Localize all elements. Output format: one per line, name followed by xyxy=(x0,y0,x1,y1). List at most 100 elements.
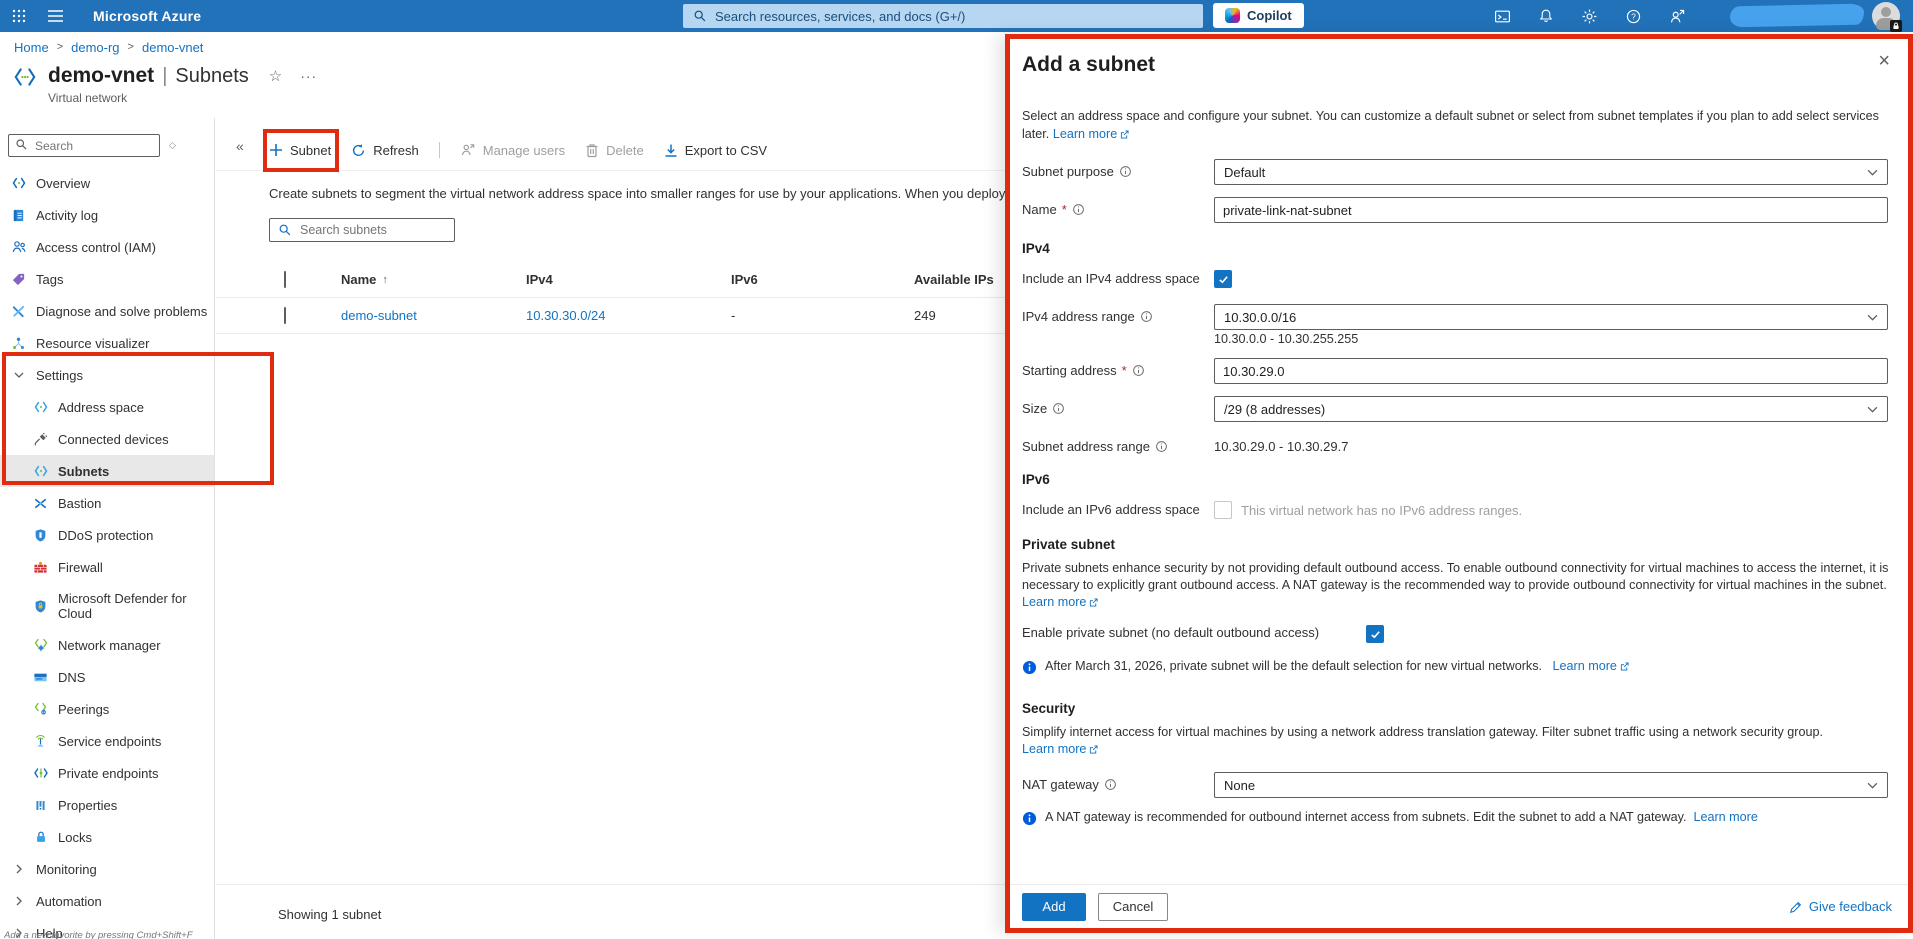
subnet-search-input[interactable] xyxy=(269,218,455,242)
subnet-ipv4-link[interactable]: 10.30.30.0/24 xyxy=(526,308,606,323)
svg-text:?: ? xyxy=(1631,11,1636,21)
select-all-checkbox[interactable] xyxy=(284,271,286,288)
ipv4-range-dropdown[interactable]: 10.30.0.0/16 xyxy=(1214,304,1888,330)
sidebar-item-bastion[interactable]: Bastion xyxy=(0,487,214,519)
subnet-purpose-dropdown[interactable]: Default xyxy=(1214,159,1888,185)
copilot-button[interactable]: Copilot xyxy=(1213,3,1304,28)
cloud-shell-icon[interactable] xyxy=(1494,8,1511,25)
sidebar-item-firewall[interactable]: Firewall xyxy=(0,551,214,583)
sidebar-item-settings[interactable]: Settings xyxy=(0,359,214,391)
delete-button[interactable]: Delete xyxy=(585,143,644,158)
info-icon[interactable] xyxy=(1119,165,1132,178)
sidebar-item-monitoring[interactable]: Monitoring xyxy=(0,853,214,885)
breadcrumb-home[interactable]: Home xyxy=(14,40,49,55)
notifications-bell-icon[interactable] xyxy=(1538,8,1554,24)
include-ipv6-checkbox[interactable] xyxy=(1214,501,1232,519)
info-icon[interactable] xyxy=(1140,310,1153,323)
column-name[interactable]: Name xyxy=(341,272,376,287)
info-icon[interactable] xyxy=(1052,402,1065,415)
sidebar-item-resource-visualizer[interactable]: Resource visualizer xyxy=(0,327,214,359)
learn-more-link[interactable]: Learn more xyxy=(1553,659,1629,673)
hamburger-menu-icon[interactable] xyxy=(48,10,63,22)
sidebar-item-ddos[interactable]: DDoS protection xyxy=(0,519,214,551)
sidebar-item-network-manager[interactable]: Network manager xyxy=(0,629,214,661)
include-ipv4-checkbox[interactable] xyxy=(1214,270,1232,288)
breadcrumb: Home > demo-rg > demo-vnet xyxy=(0,32,203,62)
collapse-menu-icon[interactable]: « xyxy=(236,138,244,154)
sidebar-search[interactable] xyxy=(8,134,160,157)
sidebar-item-access-control[interactable]: Access control (IAM) xyxy=(0,231,214,263)
properties-icon xyxy=(32,799,49,812)
panel-footer: Add Cancel Give feedback xyxy=(1010,884,1908,928)
info-filled-icon xyxy=(1022,660,1037,675)
learn-more-link[interactable]: Learn more xyxy=(1693,810,1757,824)
sidebar-item-locks[interactable]: Locks xyxy=(0,821,214,853)
global-search[interactable]: Search resources, services, and docs (G+… xyxy=(683,4,1203,28)
chevron-down-icon xyxy=(1867,314,1878,321)
shield-icon xyxy=(32,528,49,543)
info-icon[interactable] xyxy=(1132,364,1145,377)
close-icon[interactable]: × xyxy=(1878,51,1890,71)
sidebar-item-defender[interactable]: Microsoft Defender for Cloud xyxy=(0,583,214,629)
row-checkbox[interactable] xyxy=(284,307,286,324)
starting-address-input[interactable] xyxy=(1214,358,1888,384)
column-ipv4[interactable]: IPv4 xyxy=(526,272,731,287)
copilot-icon xyxy=(1225,8,1240,23)
sidebar-item-properties[interactable]: Properties xyxy=(0,789,214,821)
sidebar-item-activity-log[interactable]: Activity log xyxy=(0,199,214,231)
add-subnet-button[interactable]: Subnet xyxy=(269,143,331,158)
subnet-search[interactable] xyxy=(269,218,455,242)
subnets-description: Create subnets to segment the virtual ne… xyxy=(269,186,1066,201)
waffle-icon[interactable] xyxy=(12,9,26,23)
info-icon[interactable] xyxy=(1104,778,1117,791)
name-label: Name xyxy=(1022,202,1057,217)
settings-gear-icon[interactable] xyxy=(1581,8,1598,25)
sort-asc-icon: ↑ xyxy=(382,274,388,286)
directory-switch-icon[interactable] xyxy=(1669,8,1686,25)
cancel-button[interactable]: Cancel xyxy=(1098,893,1168,921)
breadcrumb-resource-group[interactable]: demo-rg xyxy=(71,40,119,55)
learn-more-link[interactable]: Learn more xyxy=(1022,595,1098,609)
info-icon[interactable] xyxy=(1155,440,1168,453)
give-feedback-link[interactable]: Give feedback xyxy=(1789,899,1892,914)
sidebar-item-service-endpoints[interactable]: Service endpoints xyxy=(0,725,214,757)
sidebar-search-input[interactable] xyxy=(8,134,160,157)
info-icon[interactable] xyxy=(1072,203,1085,216)
sidebar-item-overview[interactable]: Overview xyxy=(0,167,214,199)
chevron-right-icon xyxy=(10,896,27,906)
more-options-icon[interactable]: ··· xyxy=(300,68,317,84)
sidebar-item-peerings[interactable]: Peerings xyxy=(0,693,214,725)
manage-users-button[interactable]: Manage users xyxy=(460,142,565,158)
refresh-button[interactable]: Refresh xyxy=(351,143,419,158)
subnet-range-row: Subnet address range 10.30.29.0 - 10.30.… xyxy=(1022,434,1890,454)
sidebar-item-connected-devices[interactable]: Connected devices xyxy=(0,423,214,455)
enable-private-subnet-checkbox[interactable] xyxy=(1366,625,1384,643)
nat-gateway-dropdown[interactable]: None xyxy=(1214,772,1888,798)
add-button[interactable]: Add xyxy=(1022,893,1086,921)
subnet-ipv6-value: - xyxy=(731,308,914,323)
avatar[interactable] xyxy=(1872,2,1900,30)
subnet-name-link[interactable]: demo-subnet xyxy=(341,308,417,323)
favorite-star-icon[interactable]: ☆ xyxy=(269,67,282,85)
breadcrumb-vnet[interactable]: demo-vnet xyxy=(142,40,203,55)
learn-more-link[interactable]: Learn more xyxy=(1022,742,1098,756)
export-csv-button[interactable]: Export to CSV xyxy=(664,143,767,158)
private-subnet-banner: After March 31, 2026, private subnet wil… xyxy=(1022,659,1890,675)
command-bar: Subnet Refresh Manage users Delete Expor… xyxy=(269,133,767,167)
page-title: demo-vnet xyxy=(48,64,154,88)
sidebar-item-diagnose[interactable]: Diagnose and solve problems xyxy=(0,295,214,327)
help-icon[interactable]: ? xyxy=(1625,8,1642,25)
column-ipv6[interactable]: IPv6 xyxy=(731,272,914,287)
sidebar-item-tags[interactable]: Tags xyxy=(0,263,214,295)
size-dropdown[interactable]: /29 (8 addresses) xyxy=(1214,396,1888,422)
sidebar-item-automation[interactable]: Automation xyxy=(0,885,214,917)
private-subnet-heading: Private subnet xyxy=(1022,537,1890,552)
learn-more-link[interactable]: Learn more xyxy=(1053,127,1129,141)
sidebar-item-address-space[interactable]: Address space xyxy=(0,391,214,423)
private-endpoints-icon xyxy=(32,765,49,781)
sidebar-item-subnets[interactable]: Subnets xyxy=(0,455,214,487)
sidebar-item-dns[interactable]: DNS xyxy=(0,661,214,693)
sidebar-expand-icon[interactable]: ◇ xyxy=(169,140,176,151)
sidebar-item-private-endpoints[interactable]: Private endpoints xyxy=(0,757,214,789)
subnet-name-input[interactable] xyxy=(1214,197,1888,223)
